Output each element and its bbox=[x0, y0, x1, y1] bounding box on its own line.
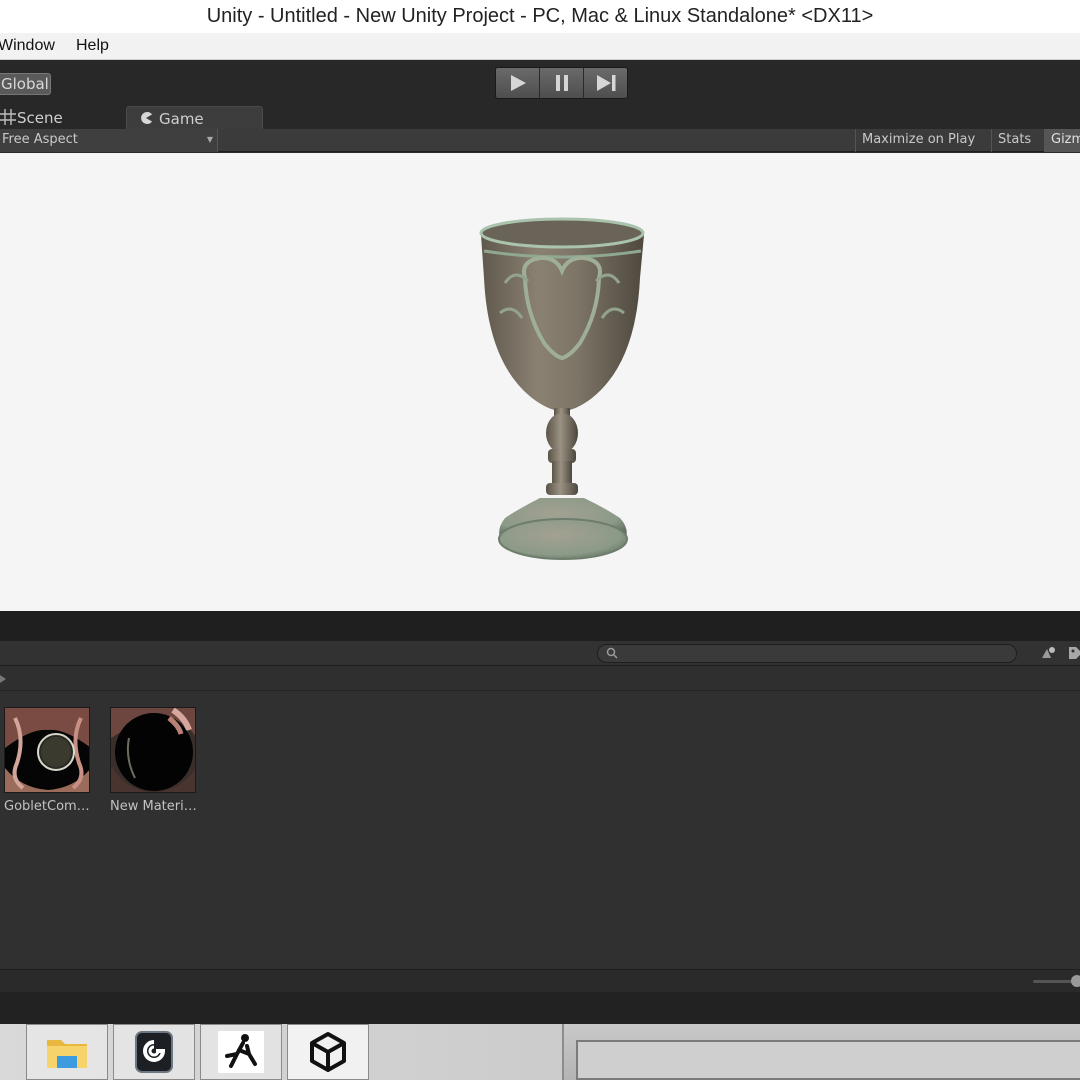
project-asset-grid: GobletCom… New Materi… bbox=[0, 691, 1080, 969]
game-view-toolbar: Free Aspect ▼ Maximize on Play Stats Giz… bbox=[0, 129, 1080, 152]
gizmos-dropdown[interactable]: Gizm bbox=[1044, 129, 1080, 152]
tab-scene-label: Scene bbox=[17, 109, 63, 127]
step-button[interactable] bbox=[584, 68, 627, 98]
project-toolbar bbox=[0, 641, 1080, 666]
asset-item-new-material[interactable]: New Materi… bbox=[110, 707, 200, 814]
grid-icon bbox=[0, 109, 16, 125]
project-search[interactable] bbox=[597, 644, 1017, 663]
chevron-right-icon bbox=[0, 675, 6, 683]
stats-toggle[interactable]: Stats bbox=[991, 129, 1037, 152]
panel-divider[interactable] bbox=[0, 611, 1080, 641]
asset-label: GobletCom… bbox=[4, 799, 90, 814]
pause-button[interactable] bbox=[540, 68, 584, 98]
asset-thumbnail bbox=[4, 707, 90, 793]
playback-controls bbox=[495, 67, 628, 99]
menu-bar: Window Help bbox=[0, 33, 1080, 60]
material-preview-icon bbox=[111, 708, 195, 792]
project-status-bar bbox=[0, 969, 1080, 992]
aspect-dropdown[interactable]: Free Aspect ▼ bbox=[0, 129, 218, 152]
view-tabs: Scene Game bbox=[0, 106, 1080, 129]
taskbar-spiral-app[interactable] bbox=[113, 1024, 195, 1080]
project-breadcrumb bbox=[0, 666, 1080, 691]
taskbar-unity[interactable] bbox=[287, 1024, 369, 1080]
tab-scene[interactable]: Scene bbox=[0, 106, 120, 129]
menu-window[interactable]: Window bbox=[0, 37, 55, 55]
search-icon bbox=[606, 647, 618, 659]
goblet-render bbox=[479, 217, 645, 560]
tab-game-label: Game bbox=[159, 110, 204, 128]
material-preview-icon bbox=[5, 708, 89, 792]
filter-by-type-icon[interactable] bbox=[1039, 644, 1057, 662]
step-icon bbox=[596, 75, 615, 91]
asset-thumbnail bbox=[110, 707, 196, 793]
slider-handle[interactable] bbox=[1071, 975, 1080, 987]
pacman-icon bbox=[141, 112, 152, 124]
aspect-dropdown-value: Free Aspect bbox=[2, 132, 78, 147]
filter-by-label-icon[interactable] bbox=[1066, 644, 1080, 662]
taskbar-zbrush[interactable] bbox=[200, 1024, 282, 1080]
background-window-frame bbox=[576, 1040, 1080, 1080]
taskbar-file-explorer[interactable] bbox=[26, 1024, 108, 1080]
background-window bbox=[562, 1024, 1080, 1080]
menu-help[interactable]: Help bbox=[76, 37, 109, 55]
unity-icon bbox=[310, 1032, 346, 1072]
asset-label: New Materi… bbox=[110, 799, 197, 814]
dropdown-arrow-icon: ▼ bbox=[206, 135, 213, 144]
play-icon bbox=[510, 75, 526, 91]
window-title: Unity - Untitled - New Unity Project - P… bbox=[0, 0, 1080, 33]
pause-icon bbox=[555, 75, 568, 91]
zbrush-icon bbox=[218, 1031, 264, 1073]
spiral-app-icon bbox=[135, 1031, 173, 1073]
file-explorer-icon bbox=[47, 1040, 87, 1068]
play-button[interactable] bbox=[496, 68, 540, 98]
game-viewport[interactable] bbox=[0, 153, 1080, 611]
maximize-on-play-toggle[interactable]: Maximize on Play bbox=[855, 129, 981, 152]
editor-footer bbox=[0, 992, 1080, 1024]
tab-game[interactable]: Game bbox=[126, 106, 263, 129]
asset-item-goblet-material[interactable]: GobletCom… bbox=[4, 707, 94, 814]
pivot-rotation-toggle[interactable]: Global bbox=[0, 73, 51, 95]
